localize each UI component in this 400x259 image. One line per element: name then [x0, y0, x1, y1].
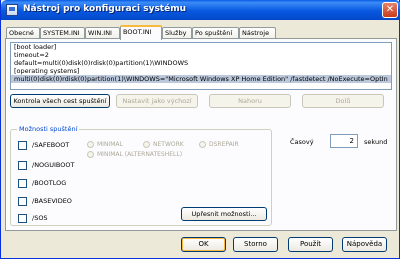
boot-options-group: Možnosti spuštění /SAFEBOOT /NOGUIBOOT /… — [10, 125, 272, 226]
title-bar[interactable]: Nástroj pro konfiguraci systému ✕ — [1, 0, 400, 20]
advanced-options-button[interactable]: Upřesnit možnosti... — [181, 207, 267, 221]
help-button[interactable]: Nápověda — [342, 237, 387, 252]
safeboot-minimal-label: MINIMAL — [97, 141, 123, 148]
timeout-unit-label: sekund — [364, 138, 388, 146]
ok-button[interactable]: OK — [181, 237, 226, 252]
move-down-button[interactable]: Dolů — [302, 94, 384, 108]
msconfig-window: Nástroj pro konfiguraci systému ✕ Obecné… — [0, 0, 400, 259]
boot-ini-line[interactable]: [boot loader] — [11, 43, 391, 51]
window-title: Nástroj pro konfiguraci systému — [23, 4, 186, 14]
boot-ini-listbox[interactable]: [boot loader] timeout=2 default=multi(0)… — [10, 42, 392, 90]
bootlog-checkbox[interactable] — [18, 179, 27, 188]
noguiboot-checkbox[interactable] — [18, 161, 27, 170]
boot-ini-line-selected[interactable]: multi(0)disk(0)rdisk(0)partition(1)\WIND… — [11, 75, 391, 83]
cancel-button[interactable]: Storno — [233, 237, 278, 252]
safeboot-checkbox[interactable] — [18, 141, 27, 150]
check-all-boot-paths-button[interactable]: Kontrola všech cest spuštění — [10, 94, 110, 108]
apply-button[interactable]: Použít — [288, 237, 333, 252]
safeboot-network-radio[interactable] — [143, 141, 150, 148]
basevideo-checkbox[interactable] — [18, 197, 27, 206]
msconfig-app-icon — [6, 4, 18, 16]
basevideo-label: /BASEVIDEO — [32, 197, 72, 205]
timeout-input[interactable]: 2 — [330, 134, 358, 148]
boot-ini-line[interactable]: timeout=2 — [11, 51, 391, 59]
safeboot-network-label: NETWORK — [153, 141, 184, 148]
sos-checkbox[interactable] — [18, 214, 27, 223]
noguiboot-label: /NOGUIBOOT — [32, 161, 75, 169]
bootlog-label: /BOOTLOG — [32, 179, 67, 187]
safeboot-dsrepair-label: DSREPAIR — [209, 141, 239, 148]
safeboot-alternateshell-label: MINIMAL (ALTERNATESHELL) — [97, 151, 183, 158]
timeout-label: Časový — [290, 138, 314, 146]
boot-ini-line[interactable]: [operating systems] — [11, 67, 391, 75]
set-as-default-button[interactable]: Nastavit jako výchozí — [116, 94, 198, 108]
close-button[interactable]: ✕ — [382, 2, 398, 18]
safeboot-dsrepair-radio[interactable] — [199, 141, 206, 148]
safeboot-alternateshell-radio[interactable] — [87, 151, 94, 158]
sos-label: /SOS — [32, 214, 48, 222]
boot-ini-line[interactable]: default=multi(0)disk(0)rdisk(0)partition… — [11, 59, 391, 67]
safeboot-label: /SAFEBOOT — [32, 141, 70, 149]
tab-strip: Obecné SYSTEM.INI WIN.INI BOOT.INI Služb… — [5, 25, 397, 40]
tab-boot-ini[interactable]: BOOT.INI — [120, 25, 162, 40]
boot-ini-panel: [boot loader] timeout=2 default=multi(0)… — [5, 38, 397, 231]
safeboot-minimal-radio[interactable] — [87, 141, 94, 148]
boot-options-legend: Možnosti spuštění — [17, 125, 80, 133]
move-up-button[interactable]: Nahoru — [209, 94, 291, 108]
